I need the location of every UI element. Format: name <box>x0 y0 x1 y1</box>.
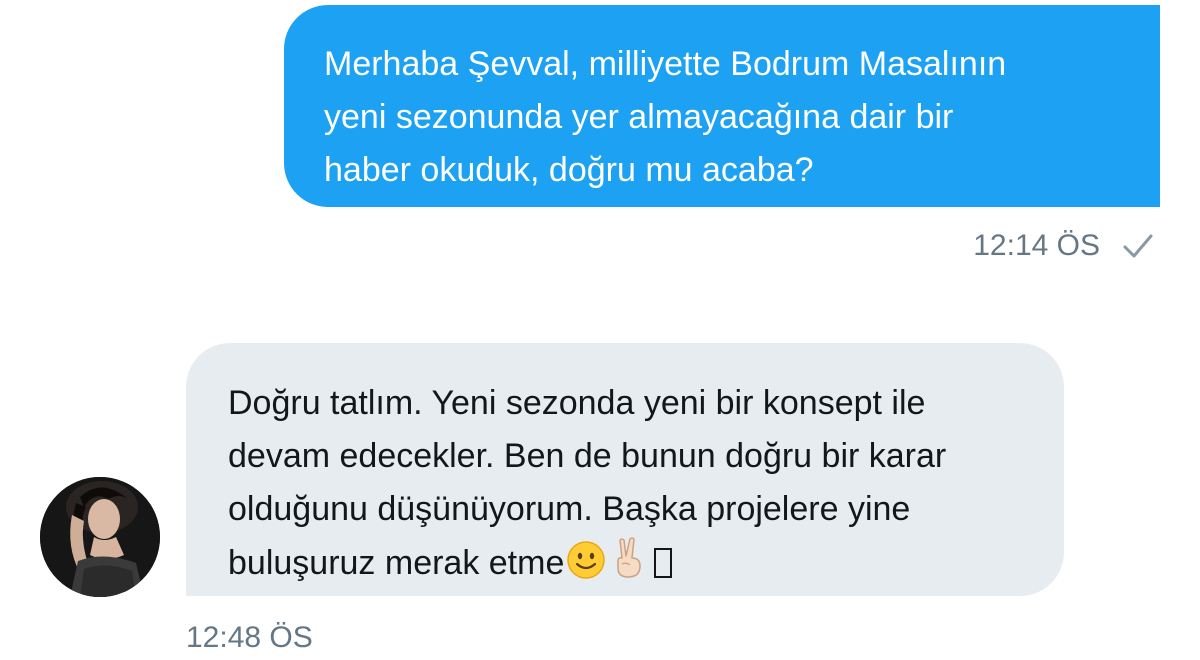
check-icon <box>1123 234 1153 258</box>
avatar-photo <box>40 477 160 597</box>
received-message-line: buluşuruz merak etme <box>228 544 565 582</box>
sent-message-line: yeni sezonunda yer almayacağına dair bir <box>324 98 954 136</box>
received-message-bubble[interactable]: Doğru tatlım. Yeni sezonda yeni bir kons… <box>186 343 1064 596</box>
profile-photo-avatar[interactable] <box>40 477 160 597</box>
received-message-timestamp: 12:48 ÖS <box>186 621 313 654</box>
sent-message-meta: 12:14 ÖS <box>973 226 1156 266</box>
sent-message-line: haber okuduk, doğru mu acaba? <box>324 151 814 189</box>
received-message-line: Doğru tatlım. Yeni sezonda yeni bir kons… <box>228 384 926 422</box>
received-message-line: olduğunu düşünüyorum. Başka projelere yi… <box>228 490 911 528</box>
received-message-meta: 12:48 ÖS <box>186 618 313 658</box>
victory-hand-emoji <box>617 537 642 578</box>
smiling-face-emoji <box>567 541 606 579</box>
sent-message-bubble[interactable]: Merhaba Şevval, milliyette Bodrum Masalı… <box>284 5 1160 207</box>
sent-message-line: Merhaba Şevval, milliyette Bodrum Masalı… <box>324 45 1007 83</box>
dm-conversation-screen: Merhaba Şevval, milliyette Bodrum Masalı… <box>0 0 1200 660</box>
received-message-line: devam edecekler. Ben de bunun doğru bir … <box>228 437 947 475</box>
received-message-last-line: buluşuruz merak etme <box>228 536 1034 590</box>
sent-message-timestamp: 12:14 ÖS <box>973 229 1100 262</box>
missing-glyph-box <box>654 548 673 578</box>
